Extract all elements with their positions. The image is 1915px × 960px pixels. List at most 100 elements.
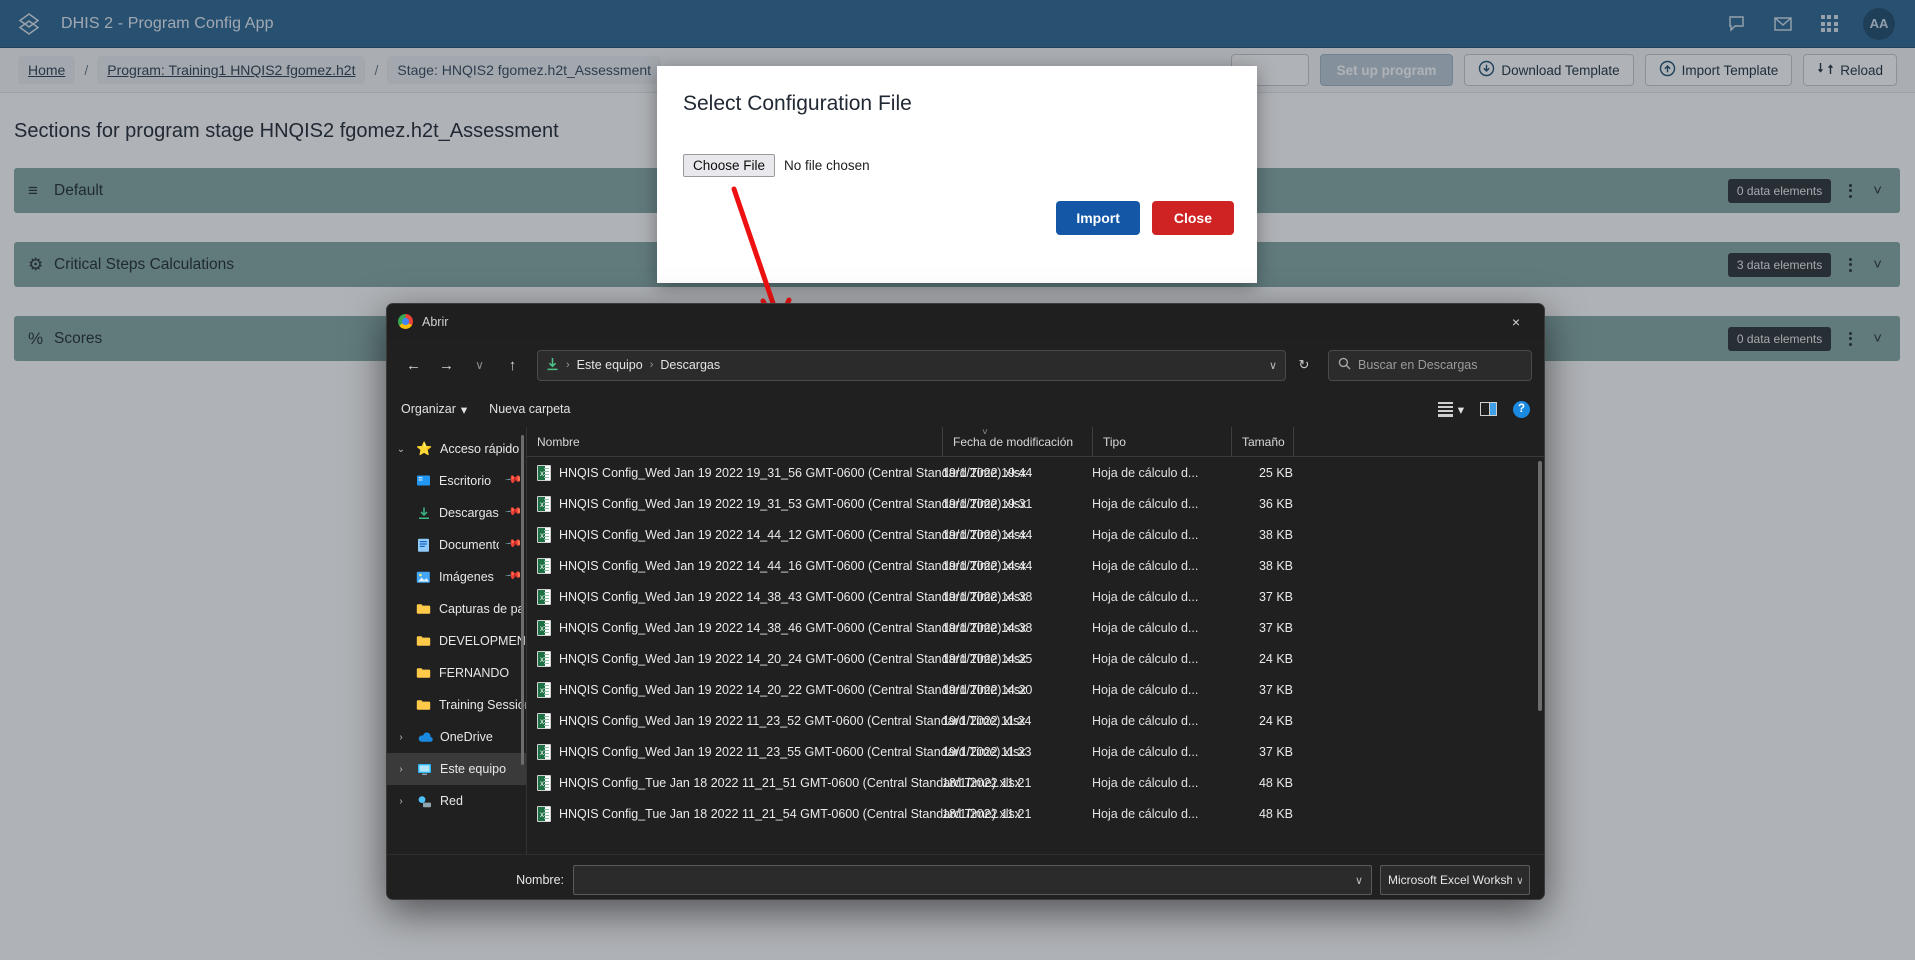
file-name-cell: HNQIS Config_Wed Jan 19 2022 14_38_43 GM… bbox=[527, 588, 1026, 605]
path-separator: › bbox=[649, 359, 654, 371]
chevron-down-icon[interactable]: ∨ bbox=[1269, 359, 1277, 372]
file-name-cell: HNQIS Config_Wed Jan 19 2022 14_20_22 GM… bbox=[527, 681, 1026, 698]
sidebar-item-training-sessions[interactable]: Training Session bbox=[387, 689, 526, 721]
file-name-field[interactable]: ∨ bbox=[573, 865, 1372, 895]
sidebar-item-development[interactable]: DEVELOPMENT bbox=[387, 625, 526, 657]
table-row[interactable]: HNQIS Config_Wed Jan 19 2022 14_38_46 GM… bbox=[527, 612, 1544, 643]
file-date-cell: 19/1/2022 14:44 bbox=[942, 527, 1033, 542]
table-row[interactable]: HNQIS Config_Wed Jan 19 2022 11_23_55 GM… bbox=[527, 736, 1544, 767]
file-type-cell: Hoja de cálculo d... bbox=[1092, 775, 1199, 790]
file-rows-container: HNQIS Config_Wed Jan 19 2022 19_31_56 GM… bbox=[527, 457, 1544, 829]
table-row[interactable]: HNQIS Config_Wed Jan 19 2022 14_44_12 GM… bbox=[527, 519, 1544, 550]
sidebar-item-escritorio[interactable]: Escritorio 📌 bbox=[387, 465, 526, 497]
chrome-logo-icon bbox=[398, 314, 413, 329]
table-row[interactable]: HNQIS Config_Wed Jan 19 2022 14_20_22 GM… bbox=[527, 674, 1544, 705]
file-name-cell: HNQIS Config_Wed Jan 19 2022 14_20_24 GM… bbox=[527, 650, 1026, 667]
file-list-scrollbar[interactable] bbox=[1538, 461, 1542, 711]
sidebar-item-este-equipo[interactable]: › Este equipo bbox=[387, 753, 526, 785]
view-options-button[interactable]: ▾ bbox=[1437, 401, 1464, 417]
search-input[interactable] bbox=[1358, 358, 1522, 372]
forward-button[interactable]: → bbox=[432, 351, 461, 380]
file-date-cell: 19/1/2022 19:44 bbox=[942, 465, 1033, 480]
file-type-filter-select[interactable]: Microsoft Excel Worksheet (*.xl ∨ bbox=[1380, 865, 1530, 895]
table-row[interactable]: HNQIS Config_Wed Jan 19 2022 14_20_24 GM… bbox=[527, 643, 1544, 674]
folder-icon bbox=[415, 665, 432, 682]
path-segment-este-equipo[interactable]: Este equipo bbox=[577, 358, 643, 372]
folder-icon bbox=[415, 633, 432, 650]
recent-locations-button[interactable]: ∨ bbox=[465, 351, 494, 380]
column-header-nombre[interactable]: Nombre bbox=[527, 427, 942, 456]
column-header-fecha[interactable]: Fecha de modificación bbox=[942, 427, 1092, 456]
chevron-right-icon[interactable]: › bbox=[393, 732, 409, 743]
table-row[interactable]: HNQIS Config_Wed Jan 19 2022 14_38_43 GM… bbox=[527, 581, 1544, 612]
file-size-cell: 24 KB bbox=[1258, 651, 1293, 666]
column-header-tamano[interactable]: Tamaño bbox=[1231, 427, 1293, 456]
path-segment-descargas[interactable]: Descargas bbox=[660, 358, 720, 372]
search-box[interactable] bbox=[1328, 349, 1532, 381]
sidebar-item-label: Red bbox=[440, 794, 463, 808]
choose-file-button[interactable]: Choose File bbox=[683, 154, 776, 177]
file-type-cell: Hoja de cálculo d... bbox=[1092, 713, 1199, 728]
organize-button[interactable]: Organizar ▾ bbox=[401, 402, 467, 417]
chevron-right-icon[interactable]: › bbox=[393, 764, 409, 775]
chevron-right-icon[interactable]: › bbox=[393, 796, 409, 807]
sidebar-item-red[interactable]: › Red bbox=[387, 785, 526, 817]
sidebar-item-label: Este equipo bbox=[440, 762, 507, 776]
new-folder-button[interactable]: Nueva carpeta bbox=[489, 402, 570, 416]
path-separator: › bbox=[566, 359, 570, 371]
file-type-cell: Hoja de cálculo d... bbox=[1092, 620, 1199, 635]
excel-file-icon bbox=[537, 464, 551, 481]
table-row[interactable]: HNQIS Config_Tue Jan 18 2022 11_21_54 GM… bbox=[527, 798, 1544, 829]
chevron-down-icon[interactable]: ∨ bbox=[1355, 874, 1363, 887]
select-configuration-file-modal: Select Configuration File Choose File No… bbox=[657, 66, 1257, 283]
sidebar-item-documentos[interactable]: Documento 📌 bbox=[387, 529, 526, 561]
import-button[interactable]: Import bbox=[1056, 201, 1140, 235]
close-button[interactable]: Close bbox=[1151, 201, 1234, 235]
sidebar-item-imagenes[interactable]: Imágenes 📌 bbox=[387, 561, 526, 593]
back-button[interactable]: ← bbox=[399, 351, 428, 380]
sidebar-item-capturas-de-pantalla[interactable]: Capturas de pa bbox=[387, 593, 526, 625]
file-date-cell: 19/1/2022 14:44 bbox=[942, 558, 1033, 573]
up-button[interactable]: ↑ bbox=[498, 351, 527, 380]
sidebar-item-acceso-rapido[interactable]: ⌄ ⭐ Acceso rápido bbox=[387, 433, 526, 465]
dialog-navigation-bar: ← → ∨ ↑ › Este equipo › Descargas ∨ ↻ bbox=[387, 339, 1544, 391]
file-type-cell: Hoja de cálculo d... bbox=[1092, 558, 1199, 573]
desktop-icon bbox=[415, 473, 432, 490]
file-date-cell: 19/1/2022 14:20 bbox=[942, 682, 1033, 697]
sidebar-scrollbar[interactable] bbox=[521, 435, 524, 765]
sidebar-item-descargas[interactable]: Descargas 📌 bbox=[387, 497, 526, 529]
sidebar-item-fernando[interactable]: FERNANDO bbox=[387, 657, 526, 689]
sidebar-item-label: Training Session bbox=[439, 698, 526, 712]
onedrive-cloud-icon bbox=[416, 729, 433, 746]
file-status-text: No file chosen bbox=[784, 158, 870, 173]
file-name-cell: HNQIS Config_Tue Jan 18 2022 11_21_54 GM… bbox=[527, 805, 1021, 822]
file-name-cell: HNQIS Config_Wed Jan 19 2022 11_23_52 GM… bbox=[527, 712, 1025, 729]
close-icon[interactable]: × bbox=[1494, 305, 1538, 339]
table-row[interactable]: HNQIS Config_Wed Jan 19 2022 11_23_52 GM… bbox=[527, 705, 1544, 736]
help-icon[interactable]: ? bbox=[1513, 400, 1530, 418]
table-row[interactable]: HNQIS Config_Tue Jan 18 2022 11_21_51 GM… bbox=[527, 767, 1544, 798]
excel-file-icon bbox=[537, 712, 551, 729]
chevron-down-icon[interactable]: ⌄ bbox=[393, 444, 409, 455]
excel-file-icon bbox=[537, 650, 551, 667]
file-type-cell: Hoja de cálculo d... bbox=[1092, 806, 1199, 821]
table-row[interactable]: HNQIS Config_Wed Jan 19 2022 14_44_16 GM… bbox=[527, 550, 1544, 581]
chevron-down-icon: ▾ bbox=[1457, 402, 1464, 417]
table-row[interactable]: HNQIS Config_Wed Jan 19 2022 19_31_56 GM… bbox=[527, 457, 1544, 488]
table-row[interactable]: HNQIS Config_Wed Jan 19 2022 19_31_53 GM… bbox=[527, 488, 1544, 519]
refresh-icon[interactable]: ↻ bbox=[1290, 351, 1318, 380]
excel-file-icon bbox=[537, 743, 551, 760]
file-open-dialog: Abrir × ← → ∨ ↑ › Este equipo › Descarga… bbox=[386, 303, 1545, 900]
preview-pane-icon[interactable] bbox=[1480, 402, 1497, 416]
sidebar-item-onedrive[interactable]: › OneDrive bbox=[387, 721, 526, 753]
file-date-cell: 19/1/2022 14:25 bbox=[942, 651, 1033, 666]
column-header-tipo[interactable]: Tipo bbox=[1092, 427, 1231, 456]
file-name-input[interactable] bbox=[582, 873, 1355, 887]
file-type-filter-value: Microsoft Excel Worksheet (*.xl bbox=[1388, 873, 1512, 887]
file-name-cell: HNQIS Config_Wed Jan 19 2022 11_23_55 GM… bbox=[527, 743, 1025, 760]
excel-file-icon bbox=[537, 774, 551, 791]
address-bar[interactable]: › Este equipo › Descargas ∨ bbox=[537, 349, 1286, 381]
file-date-cell: 19/1/2022 14:38 bbox=[942, 620, 1033, 635]
excel-file-icon bbox=[537, 495, 551, 512]
sidebar-item-label: Acceso rápido bbox=[440, 442, 520, 456]
